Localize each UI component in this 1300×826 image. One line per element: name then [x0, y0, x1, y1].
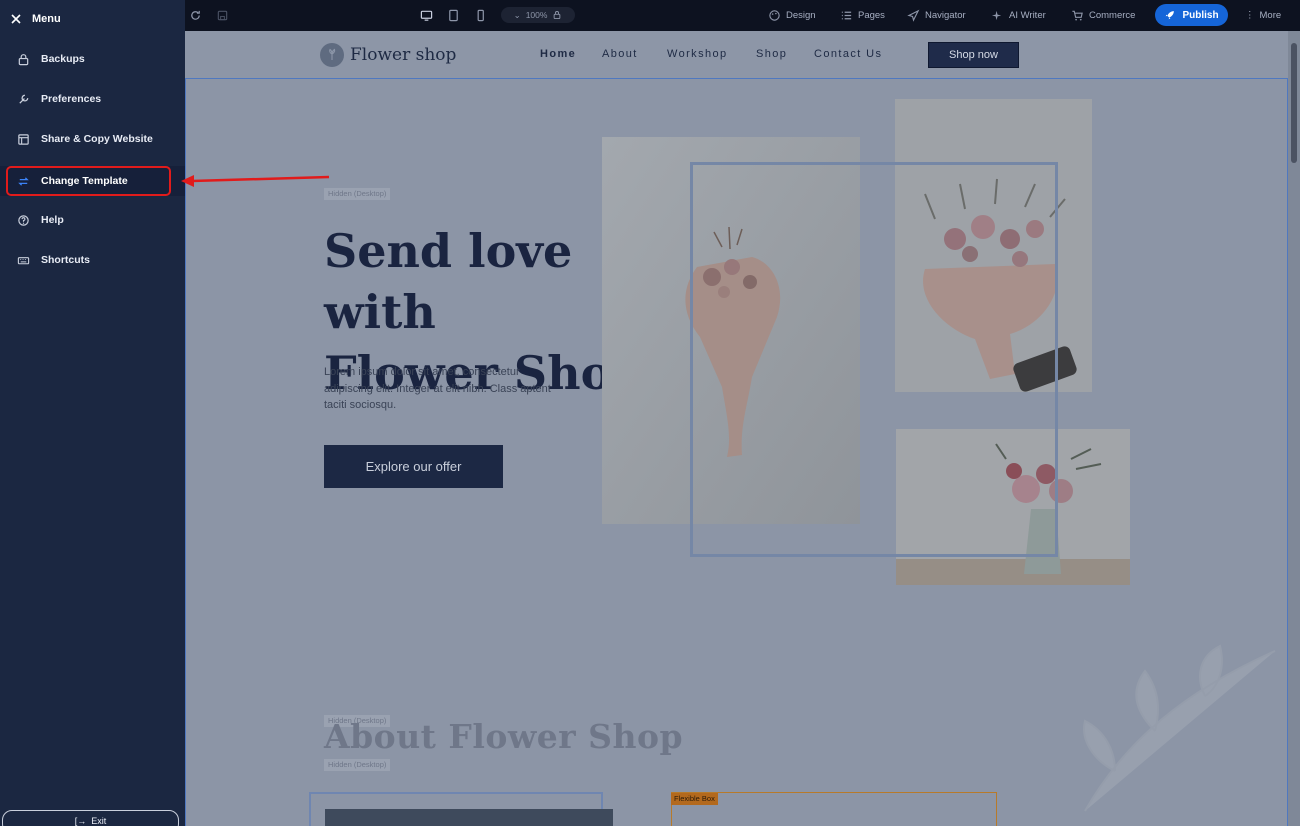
pages-label: Pages [858, 10, 885, 21]
menu-item-label: Backups [41, 53, 85, 65]
menu-sidebar: Menu Backups Preferences Share & Copy We… [0, 0, 185, 826]
save-button[interactable] [216, 0, 229, 31]
publish-button[interactable]: Publish [1155, 4, 1228, 26]
exit-button[interactable]: [→ Exit [2, 810, 179, 826]
menu-item-preferences[interactable]: Preferences [0, 84, 185, 114]
navigator-menu[interactable]: Navigator [907, 0, 966, 31]
cart-icon [1072, 10, 1083, 21]
ai-writer-menu[interactable]: AI Writer [991, 0, 1046, 31]
menu-item-label: Preferences [41, 93, 102, 105]
wrench-icon [19, 94, 29, 104]
nav-about[interactable]: About [602, 48, 638, 60]
editor-toolbar: ⌄ 100% Design Pages Navigator AI Writer … [185, 0, 1300, 31]
pages-menu[interactable]: Pages [840, 0, 885, 31]
change-template-highlight [6, 166, 171, 196]
site-logo[interactable]: Flower shop [320, 43, 456, 67]
about-title[interactable]: About Flower Shop [324, 717, 683, 756]
commerce-menu[interactable]: Commerce [1071, 0, 1135, 31]
list-icon [841, 11, 852, 20]
mobile-icon [477, 9, 484, 22]
ai-writer-label: AI Writer [1009, 10, 1046, 21]
lock-icon [554, 11, 561, 20]
commerce-label: Commerce [1089, 10, 1136, 21]
flower-logo-icon [320, 43, 344, 67]
nav-home[interactable]: Home [540, 48, 576, 60]
logo-text: Flower shop [350, 45, 457, 65]
about-image[interactable] [325, 809, 613, 826]
window-icon [18, 133, 29, 145]
design-label: Design [786, 10, 816, 21]
keyboard-icon [17, 256, 30, 264]
zoom-control[interactable]: ⌄ 100% [501, 7, 575, 23]
shop-now-button[interactable]: Shop now [928, 42, 1019, 68]
menu-item-label: Shortcuts [41, 254, 91, 266]
refresh-button[interactable] [189, 0, 202, 31]
lock-icon [18, 53, 29, 65]
leaf-decoration [1083, 644, 1276, 812]
exit-icon: [→ [74, 816, 87, 826]
sparkle-icon [991, 10, 1002, 21]
nav-workshop[interactable]: Workshop [667, 48, 728, 60]
navigator-label: Navigator [925, 10, 966, 21]
tablet-view-button[interactable] [447, 0, 460, 31]
flexible-box[interactable] [671, 792, 997, 826]
help-circle-icon [18, 214, 29, 226]
more-menu[interactable]: ⋮ More [1245, 0, 1281, 31]
decorative-frame [690, 162, 1058, 557]
palette-icon [769, 10, 780, 21]
canvas-scrollbar[interactable] [1288, 31, 1300, 826]
navigation-arrow-icon [907, 9, 920, 22]
nav-contact-us[interactable]: Contact Us [814, 48, 882, 60]
desktop-view-button[interactable] [420, 0, 433, 31]
editor-app: Menu Backups Preferences Share & Copy We… [0, 0, 1300, 826]
exit-label: Exit [91, 816, 107, 826]
menu-item-label: Share & Copy Website [41, 133, 153, 145]
more-dots-icon: ⋮ [1245, 10, 1255, 21]
mobile-view-button[interactable] [474, 0, 487, 31]
scrollbar-thumb[interactable] [1291, 43, 1297, 163]
rocket-icon [1166, 11, 1175, 20]
hero-description[interactable]: Lorem ipsum dolor sit amet, consectetur … [324, 364, 564, 414]
menu-item-backups[interactable]: Backups [0, 44, 185, 74]
hidden-desktop-tag: Hidden (Desktop) [324, 759, 391, 771]
publish-label: Publish [1182, 9, 1219, 21]
explore-offer-button[interactable]: Explore our offer [324, 445, 503, 488]
site-navbar[interactable]: Flower shop Home About Workshop Shop Con… [185, 31, 1288, 78]
design-menu[interactable]: Design [768, 0, 816, 31]
refresh-icon [191, 10, 200, 20]
chevron-down-icon: ⌄ [513, 9, 521, 20]
menu-title: Menu [32, 13, 61, 25]
menu-item-help[interactable]: Help [0, 205, 185, 235]
menu-item-shortcuts[interactable]: Shortcuts [0, 245, 185, 275]
hidden-desktop-tag: Hidden (Desktop) [324, 188, 391, 200]
menu-item-label: Help [41, 214, 64, 226]
website-canvas[interactable]: Flower shop Home About Workshop Shop Con… [185, 31, 1300, 826]
nav-shop[interactable]: Shop [756, 48, 787, 60]
save-icon [217, 10, 228, 21]
zoom-value: 100% [525, 10, 548, 20]
desktop-icon [420, 10, 433, 21]
tablet-icon [449, 9, 458, 22]
close-icon[interactable] [10, 13, 22, 25]
flexible-box-tag: Flexible Box [671, 793, 718, 805]
menu-header: Menu [0, 0, 185, 38]
menu-item-share-copy[interactable]: Share & Copy Website [0, 124, 185, 154]
more-label: More [1259, 10, 1282, 21]
